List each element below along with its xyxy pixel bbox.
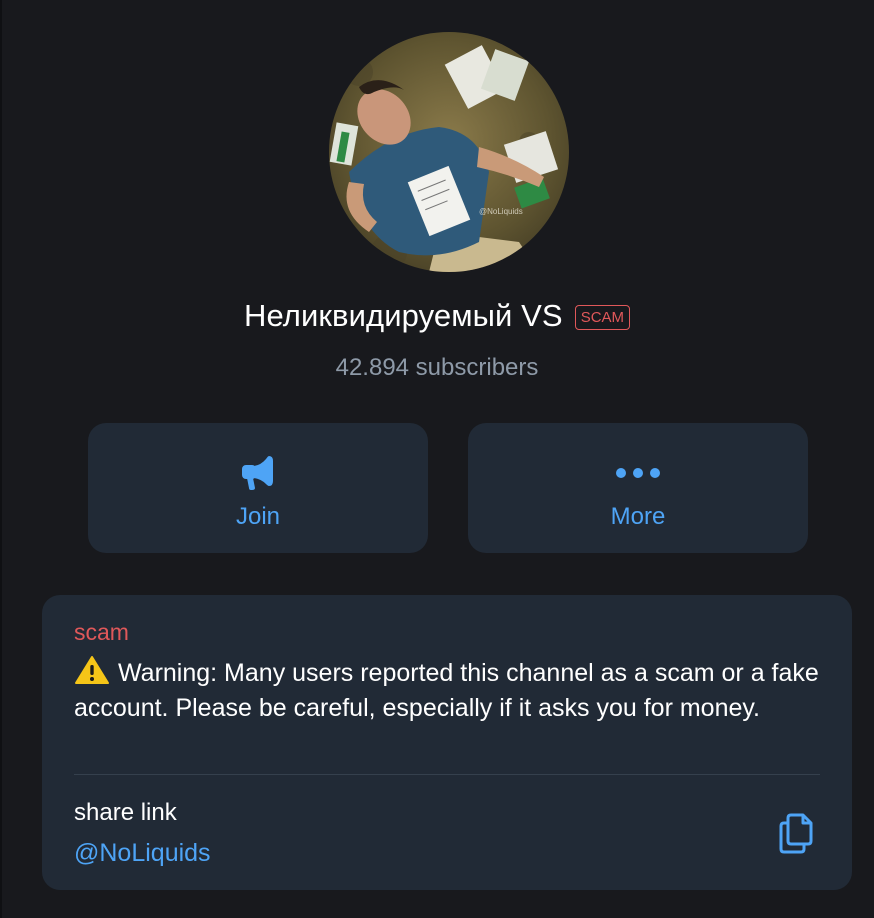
channel-header: Неликвидируемый VS SCAM: [0, 298, 874, 334]
divider: [74, 774, 820, 775]
channel-title: Неликвидируемый VS: [243, 298, 563, 333]
channel-avatar[interactable]: @NoLiquids: [329, 32, 569, 272]
share-link-handle[interactable]: @NoLiquids: [74, 839, 211, 868]
avatar-watermark: @NoLiquids: [479, 207, 523, 216]
more-label: More: [610, 503, 666, 530]
megaphone-icon: [242, 456, 273, 490]
scam-badge: SCAM: [574, 304, 631, 330]
ellipsis-icon: [616, 468, 660, 478]
join-button[interactable]: Join: [88, 423, 428, 553]
share-link-label: share link: [74, 799, 177, 826]
more-button[interactable]: More: [468, 423, 808, 553]
warning-text: Warning: Many users reported this channe…: [74, 659, 819, 722]
subscriber-count: 42.894 subscribers: [335, 354, 539, 381]
copy-link-button[interactable]: [777, 811, 817, 855]
scam-heading: scam: [74, 619, 129, 645]
copy-icon: [779, 813, 813, 854]
join-label: Join: [235, 503, 281, 530]
channel-info-card: scam Warning: Many users reported this c…: [42, 595, 852, 890]
scam-warning: Warning: Many users reported this channe…: [74, 655, 824, 726]
warning-icon: [75, 656, 109, 684]
window-edge: [0, 0, 2, 918]
